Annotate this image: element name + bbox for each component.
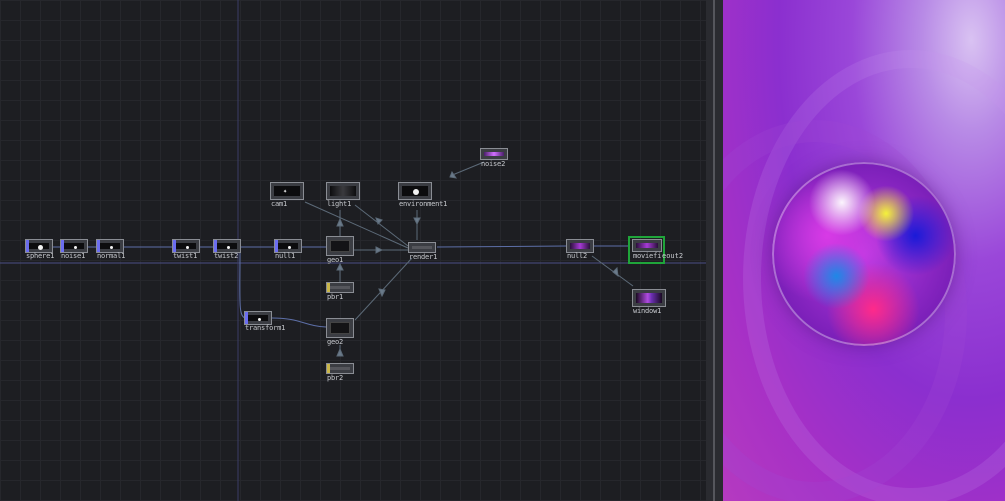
arrow-geo1-light1 xyxy=(336,217,344,227)
node-normal1[interactable]: normal1 xyxy=(96,239,126,261)
node-label: null1 xyxy=(275,252,296,260)
node-label: geo2 xyxy=(327,338,344,346)
node-label: cam1 xyxy=(271,200,288,208)
node-null2[interactable]: null2 xyxy=(566,239,594,261)
node-label: transform1 xyxy=(245,324,286,332)
node-noise1[interactable]: noise1 xyxy=(60,239,88,261)
arrow-null2-window1 xyxy=(612,266,619,278)
arrow-pbr2-geo2 xyxy=(336,347,344,357)
node-label: noise2 xyxy=(481,160,506,168)
node-noise2[interactable]: noise2 xyxy=(480,148,508,170)
node-label: render1 xyxy=(409,253,438,261)
node-twist1[interactable]: twist1 xyxy=(172,239,200,261)
camera-icon: ✦ xyxy=(283,187,288,195)
node-label-suffix: eout2 xyxy=(662,252,684,260)
node-label: light1 xyxy=(327,200,352,208)
arrow-noise2-environment1 xyxy=(449,170,458,179)
arrow-geo1-render1 xyxy=(375,246,384,254)
render-sphere xyxy=(772,162,956,346)
network-editor[interactable]: sphere1 noise1 normal1 twist1 twist2 nul… xyxy=(0,0,706,501)
node-label: sphere1 xyxy=(26,252,55,260)
node-cam1[interactable]: ✦ cam1 xyxy=(270,182,304,210)
node-label: noise1 xyxy=(61,252,86,260)
node-sphere1[interactable]: sphere1 xyxy=(25,239,55,261)
node-label: twist2 xyxy=(214,252,239,260)
node-label: pbr1 xyxy=(327,293,344,301)
node-label: pbr2 xyxy=(327,374,344,382)
node-label: geo1 xyxy=(327,256,344,264)
node-moviefileout2[interactable]: moviefi xyxy=(632,239,662,261)
wire-render1-null2 xyxy=(436,245,567,248)
node-transform1[interactable]: transform1 xyxy=(244,311,285,333)
node-render1[interactable]: render1 xyxy=(408,242,438,262)
node-window1[interactable]: window1 xyxy=(632,289,666,317)
render-viewer[interactable] xyxy=(723,0,1005,501)
node-label: null2 xyxy=(567,252,588,260)
node-geo1[interactable]: geo1 xyxy=(326,236,354,264)
node-label: environment1 xyxy=(399,200,448,208)
node-pbr1[interactable]: pbr1 xyxy=(326,282,354,302)
node-environment1[interactable]: environment1 xyxy=(398,182,447,210)
node-geo2[interactable]: geo2 xyxy=(326,318,354,346)
node-label: normal1 xyxy=(97,252,126,260)
arrow-pbr1-geo1 xyxy=(336,262,344,271)
arrow-environment1-render1 xyxy=(413,217,421,226)
node-label: moviefi xyxy=(633,252,662,260)
node-light1[interactable]: light1 xyxy=(326,182,360,210)
node-label: twist1 xyxy=(173,252,198,260)
node-label: window1 xyxy=(633,307,662,315)
node-null1[interactable]: null1 xyxy=(274,239,302,261)
pane-divider-line xyxy=(713,0,715,501)
node-twist2[interactable]: twist2 xyxy=(213,239,241,261)
node-pbr2[interactable]: pbr2 xyxy=(326,363,354,383)
